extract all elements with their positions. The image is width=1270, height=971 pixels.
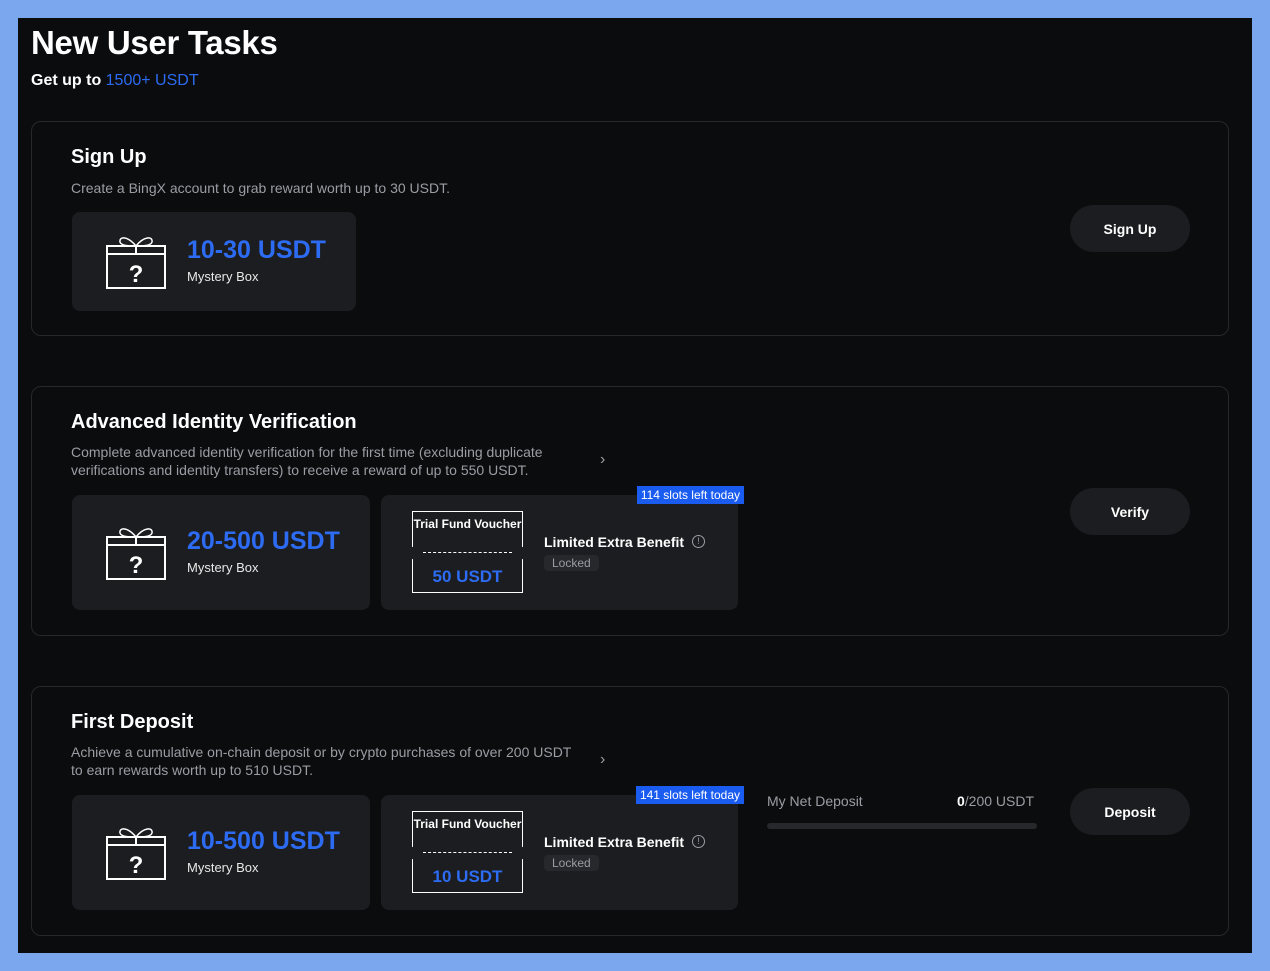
new-user-tasks-panel: New User Tasks Get up to 1500+ USDT Sign… [18, 18, 1252, 953]
net-deposit-target: /200 USDT [964, 793, 1035, 809]
net-deposit-label: My Net Deposit [767, 793, 863, 809]
deposit-button[interactable]: Deposit [1070, 788, 1190, 835]
voucher-notch [519, 846, 527, 860]
info-icon[interactable]: ! [692, 835, 705, 848]
task-card-first-deposit: First Deposit Achieve a cumulative on-ch… [31, 686, 1229, 936]
task-card-identity-verification: Advanced Identity Verification Complete … [31, 386, 1229, 636]
task-description: Complete advanced identity verification … [71, 444, 543, 478]
reward-amount: 10-30 USDT [187, 236, 326, 264]
voucher-divider [423, 852, 512, 853]
chevron-right-icon[interactable]: › [600, 751, 605, 769]
page-subtitle: Get up to 1500+ USDT [31, 72, 199, 90]
mystery-box-reward: ? 20-500 USDT Mystery Box [72, 495, 370, 610]
extra-benefit-card: Trial Fund Voucher 10 USDT Limited Extra… [381, 786, 744, 910]
info-icon[interactable]: ! [692, 535, 705, 548]
trial-fund-voucher: Trial Fund Voucher 50 USDT [408, 511, 527, 593]
reward-label: Mystery Box [187, 269, 259, 284]
net-deposit-value: 0/200 USDT [957, 793, 1034, 809]
reward-amount: 10-500 USDT [187, 827, 340, 855]
subtitle-highlight: 1500+ USDT [105, 72, 199, 89]
voucher-notch [408, 846, 416, 860]
task-title: First Deposit [71, 711, 194, 733]
slots-left-badge: 114 slots left today [636, 486, 744, 504]
page-title: New User Tasks [31, 24, 278, 61]
voucher-title: Trial Fund Voucher [413, 817, 522, 831]
voucher-amount: 50 USDT [432, 567, 503, 586]
benefit-title: Limited Extra Benefit [544, 534, 685, 550]
svg-text:?: ? [129, 552, 144, 579]
voucher-divider [423, 552, 512, 553]
voucher-notch [519, 546, 527, 560]
mystery-box-reward: ? 10-500 USDT Mystery Box [72, 795, 370, 910]
task-title: Advanced Identity Verification [71, 411, 357, 433]
sign-up-button[interactable]: Sign Up [1070, 205, 1190, 252]
extra-benefit-card: Trial Fund Voucher 50 USDT Limited Extra… [381, 486, 744, 610]
mystery-box-icon: ? [106, 828, 166, 880]
task-card-sign-up: Sign Up Create a BingX account to grab r… [31, 121, 1229, 336]
benefit-title: Limited Extra Benefit [544, 834, 685, 850]
svg-text:?: ? [129, 852, 144, 879]
slots-left-badge: 141 slots left today [635, 786, 744, 804]
trial-fund-voucher: Trial Fund Voucher 10 USDT [408, 811, 527, 893]
net-deposit-progress-bar [767, 823, 1037, 829]
task-description: Achieve a cumulative on-chain deposit or… [71, 744, 572, 778]
voucher-title: Trial Fund Voucher [413, 517, 522, 531]
voucher-amount: 10 USDT [432, 867, 503, 886]
mystery-box-icon: ? [106, 528, 166, 580]
voucher-notch [408, 546, 416, 560]
reward-amount: 20-500 USDT [187, 527, 340, 555]
net-deposit-current: 0 [957, 793, 965, 809]
reward-label: Mystery Box [187, 560, 259, 575]
subtitle-prefix: Get up to [31, 72, 106, 89]
status-badge: Locked [544, 855, 599, 871]
mystery-box-icon: ? [106, 237, 166, 289]
task-title: Sign Up [71, 146, 147, 168]
chevron-right-icon[interactable]: › [600, 451, 605, 469]
reward-label: Mystery Box [187, 860, 259, 875]
svg-text:?: ? [129, 261, 144, 288]
status-badge: Locked [544, 555, 599, 571]
mystery-box-reward: ? 10-30 USDT Mystery Box [72, 212, 356, 311]
task-description: Create a BingX account to grab reward wo… [71, 180, 450, 196]
verify-button[interactable]: Verify [1070, 488, 1190, 535]
